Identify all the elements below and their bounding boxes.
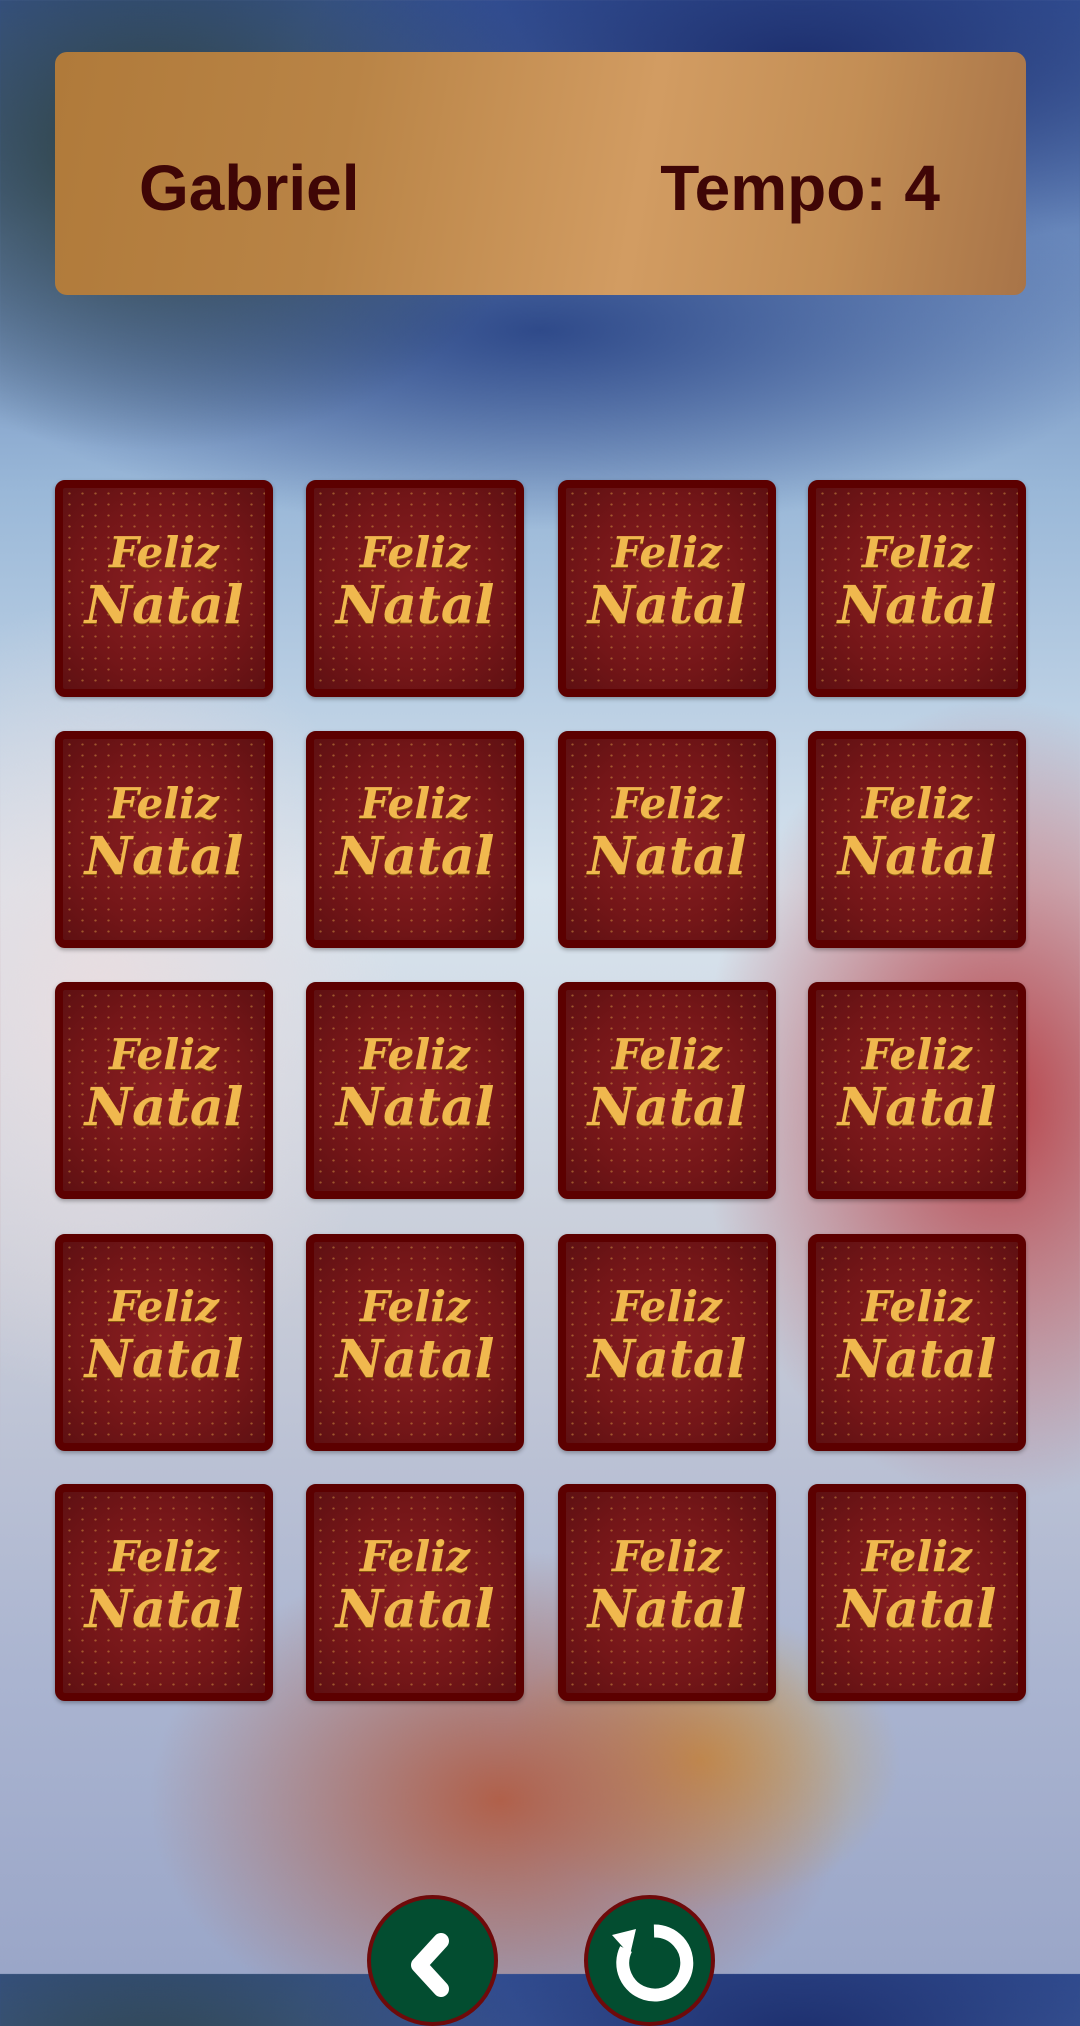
card-lettering-feliz: Feliz bbox=[611, 1030, 722, 1079]
card-lettering-natal: Natal bbox=[335, 1329, 495, 1390]
card-lettering-feliz: Feliz bbox=[611, 1532, 722, 1581]
card-lettering-natal: Natal bbox=[84, 826, 244, 887]
card-lettering-natal: Natal bbox=[84, 1329, 244, 1390]
card-lettering-natal: Natal bbox=[837, 826, 997, 887]
memory-card[interactable]: Feliz Natal bbox=[558, 480, 776, 697]
restart-button[interactable] bbox=[584, 1895, 715, 2026]
card-lettering-natal: Natal bbox=[84, 1579, 244, 1640]
memory-card[interactable]: Feliz Natal bbox=[306, 982, 524, 1199]
player-name: Gabriel bbox=[139, 152, 360, 224]
card-lettering-feliz: Feliz bbox=[359, 1030, 470, 1079]
memory-card[interactable]: Feliz Natal bbox=[55, 1234, 273, 1451]
memory-card[interactable]: Feliz Natal bbox=[808, 731, 1026, 948]
card-lettering-feliz: Feliz bbox=[108, 1030, 219, 1079]
card-lettering-feliz: Feliz bbox=[861, 1282, 972, 1331]
restart-icon bbox=[612, 1924, 694, 2002]
card-lettering-natal: Natal bbox=[335, 1579, 495, 1640]
card-lettering-feliz: Feliz bbox=[359, 1532, 470, 1581]
card-lettering-feliz: Feliz bbox=[359, 779, 470, 828]
timer: Tempo: 4 bbox=[660, 152, 940, 224]
memory-card[interactable]: Feliz Natal bbox=[808, 480, 1026, 697]
memory-card[interactable]: Feliz Natal bbox=[558, 731, 776, 948]
card-lettering-feliz: Feliz bbox=[861, 1532, 972, 1581]
card-lettering-feliz: Feliz bbox=[108, 528, 219, 577]
card-lettering-natal: Natal bbox=[587, 575, 747, 636]
chevron-left-icon bbox=[411, 1933, 449, 1997]
card-lettering-natal: Natal bbox=[84, 575, 244, 636]
memory-card[interactable]: Feliz Natal bbox=[808, 982, 1026, 1199]
card-lettering-feliz: Feliz bbox=[611, 779, 722, 828]
card-lettering-natal: Natal bbox=[335, 575, 495, 636]
card-lettering-feliz: Feliz bbox=[108, 779, 219, 828]
card-lettering-natal: Natal bbox=[587, 826, 747, 887]
card-lettering-natal: Natal bbox=[587, 1579, 747, 1640]
memory-card[interactable]: Feliz Natal bbox=[558, 1234, 776, 1451]
memory-card[interactable]: Feliz Natal bbox=[55, 480, 273, 697]
card-lettering-feliz: Feliz bbox=[359, 528, 470, 577]
card-lettering-natal: Natal bbox=[837, 1077, 997, 1138]
memory-card[interactable]: Feliz Natal bbox=[808, 1234, 1026, 1451]
card-lettering-natal: Natal bbox=[837, 1329, 997, 1390]
card-lettering-natal: Natal bbox=[587, 1329, 747, 1390]
memory-card[interactable]: Feliz Natal bbox=[808, 1484, 1026, 1701]
memory-card[interactable]: Feliz Natal bbox=[558, 1484, 776, 1701]
memory-card[interactable]: Feliz Natal bbox=[306, 1234, 524, 1451]
card-lettering-natal: Natal bbox=[837, 1579, 997, 1640]
card-lettering-feliz: Feliz bbox=[108, 1532, 219, 1581]
card-lettering-feliz: Feliz bbox=[861, 528, 972, 577]
memory-card[interactable]: Feliz Natal bbox=[306, 1484, 524, 1701]
back-button[interactable] bbox=[367, 1895, 498, 2026]
memory-card[interactable]: Feliz Natal bbox=[306, 480, 524, 697]
score-header: Gabriel Tempo: 4 bbox=[55, 52, 1026, 295]
card-lettering-natal: Natal bbox=[335, 826, 495, 887]
card-lettering-feliz: Feliz bbox=[359, 1282, 470, 1331]
card-lettering-natal: Natal bbox=[587, 1077, 747, 1138]
card-lettering-feliz: Feliz bbox=[108, 1282, 219, 1331]
card-lettering-natal: Natal bbox=[335, 1077, 495, 1138]
card-lettering-feliz: Feliz bbox=[611, 1282, 722, 1331]
memory-card[interactable]: Feliz Natal bbox=[306, 731, 524, 948]
card-lettering-feliz: Feliz bbox=[861, 779, 972, 828]
memory-card[interactable]: Feliz Natal bbox=[55, 731, 273, 948]
card-lettering-feliz: Feliz bbox=[611, 528, 722, 577]
card-lettering-feliz: Feliz bbox=[861, 1030, 972, 1079]
memory-card[interactable]: Feliz Natal bbox=[558, 982, 776, 1199]
card-lettering-natal: Natal bbox=[84, 1077, 244, 1138]
card-lettering-natal: Natal bbox=[837, 575, 997, 636]
memory-card[interactable]: Feliz Natal bbox=[55, 1484, 273, 1701]
memory-card[interactable]: Feliz Natal bbox=[55, 982, 273, 1199]
